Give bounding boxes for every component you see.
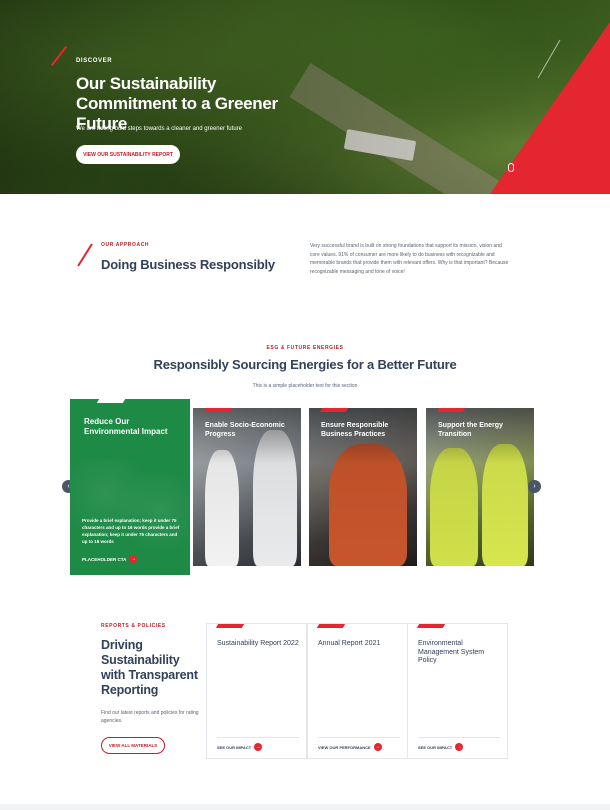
divider — [318, 737, 400, 738]
arrow-right-icon: → — [373, 743, 382, 751]
arrow-right-icon: → — [455, 743, 464, 751]
card-title: Enable Socio-Economic Progress — [205, 422, 285, 438]
esg-title: Responsibly Sourcing Energies for a Bett… — [153, 357, 457, 372]
report-card-ems-policy[interactable]: Environmental Management System Policy S… — [407, 623, 508, 759]
hero-subtitle: We are taking bold steps towards a clean… — [76, 126, 242, 132]
esg-subtitle: This is a simple placeholder text for th… — [252, 383, 358, 389]
report-card-sustainability-2022[interactable]: Sustainability Report 2022 SEE OUR IMPAC… — [206, 623, 307, 759]
divider — [418, 737, 500, 738]
carousel-next-button[interactable]: › — [528, 480, 541, 493]
card-accent-tab — [319, 408, 349, 412]
person-figure — [430, 448, 478, 566]
cta-label: PLACEHOLDER CTA — [82, 556, 127, 562]
person-figure — [253, 430, 297, 566]
arrow-right-icon: → — [254, 743, 263, 751]
card-title: Ensure Responsible Business Practices — [321, 422, 389, 438]
card-title: Reduce Our Environmental Impact — [84, 417, 168, 436]
person-figure — [205, 450, 239, 566]
card-body: Provide a brief explanation; keep it und… — [82, 518, 180, 544]
esg-card-socio-economic[interactable]: Enable Socio-Economic Progress — [193, 408, 301, 566]
card-accent-tab — [316, 624, 346, 628]
report-title: Sustainability Report 2022 — [217, 640, 299, 647]
esg-card-business-practices[interactable]: Ensure Responsible Business Practices — [309, 408, 417, 566]
reports-eyebrow: REPORTS & POLICIES — [101, 623, 166, 629]
chevron-right-icon: › — [533, 483, 536, 490]
card-accent-tab — [203, 408, 233, 412]
arrow-right-icon: → — [129, 555, 138, 563]
hero-section: DISCOVER Our Sustainability Commitment t… — [0, 0, 610, 194]
card-accent-tab — [416, 624, 446, 628]
link-label: VIEW OUR PERFORMANCE — [318, 744, 371, 750]
link-label: SEE OUR IMPACT — [418, 744, 453, 750]
placeholder-cta-link[interactable]: PLACEHOLDER CTA → — [82, 555, 138, 563]
footer-edge — [0, 804, 610, 810]
approach-description: Very successful brand is built on strong… — [310, 243, 509, 275]
see-our-impact-link[interactable]: SEE OUR IMPACT → — [418, 743, 464, 751]
view-all-materials-button[interactable]: VIEW ALL MATERIALS — [101, 737, 165, 754]
approach-title: Doing Business Responsibly — [101, 257, 275, 272]
reports-subtitle: Find our latest reports and policies for… — [101, 710, 199, 724]
report-title: Annual Report 2021 — [318, 640, 381, 647]
approach-accent-slash — [77, 243, 93, 267]
view-sustainability-report-button[interactable]: VIEW OUR SUSTAINABILITY REPORT — [76, 145, 180, 164]
card-accent-tab — [215, 624, 245, 628]
report-title: Environmental Management System Policy — [418, 640, 485, 664]
link-label: SEE OUR IMPACT — [217, 744, 252, 750]
esg-eyebrow: ESG & FUTURE ENERGIES — [266, 345, 344, 351]
esg-card-energy-transition[interactable]: Support the Energy Transition — [426, 408, 534, 566]
card-title: Support the Energy Transition — [438, 422, 503, 438]
reports-title: Driving Sustainability with Transparent … — [101, 638, 198, 697]
divider — [217, 737, 299, 738]
person-figure — [482, 444, 528, 566]
person-figure — [329, 444, 407, 566]
card-accent-tab — [436, 408, 466, 412]
esg-card-environmental[interactable]: Reduce Our Environmental Impact Provide … — [70, 399, 190, 575]
report-card-annual-2021[interactable]: Annual Report 2021 VIEW OUR PERFORMANCE … — [307, 623, 408, 759]
hero-title: Our Sustainability Commitment to a Green… — [76, 74, 278, 133]
view-our-performance-link[interactable]: VIEW OUR PERFORMANCE → — [318, 743, 382, 751]
see-our-impact-link[interactable]: SEE OUR IMPACT → — [217, 743, 263, 751]
approach-eyebrow: OUR APPROACH — [101, 242, 150, 248]
hero-eyebrow: DISCOVER — [76, 58, 113, 64]
card-accent-tab — [96, 399, 126, 403]
scroll-mouse-icon — [508, 163, 514, 172]
